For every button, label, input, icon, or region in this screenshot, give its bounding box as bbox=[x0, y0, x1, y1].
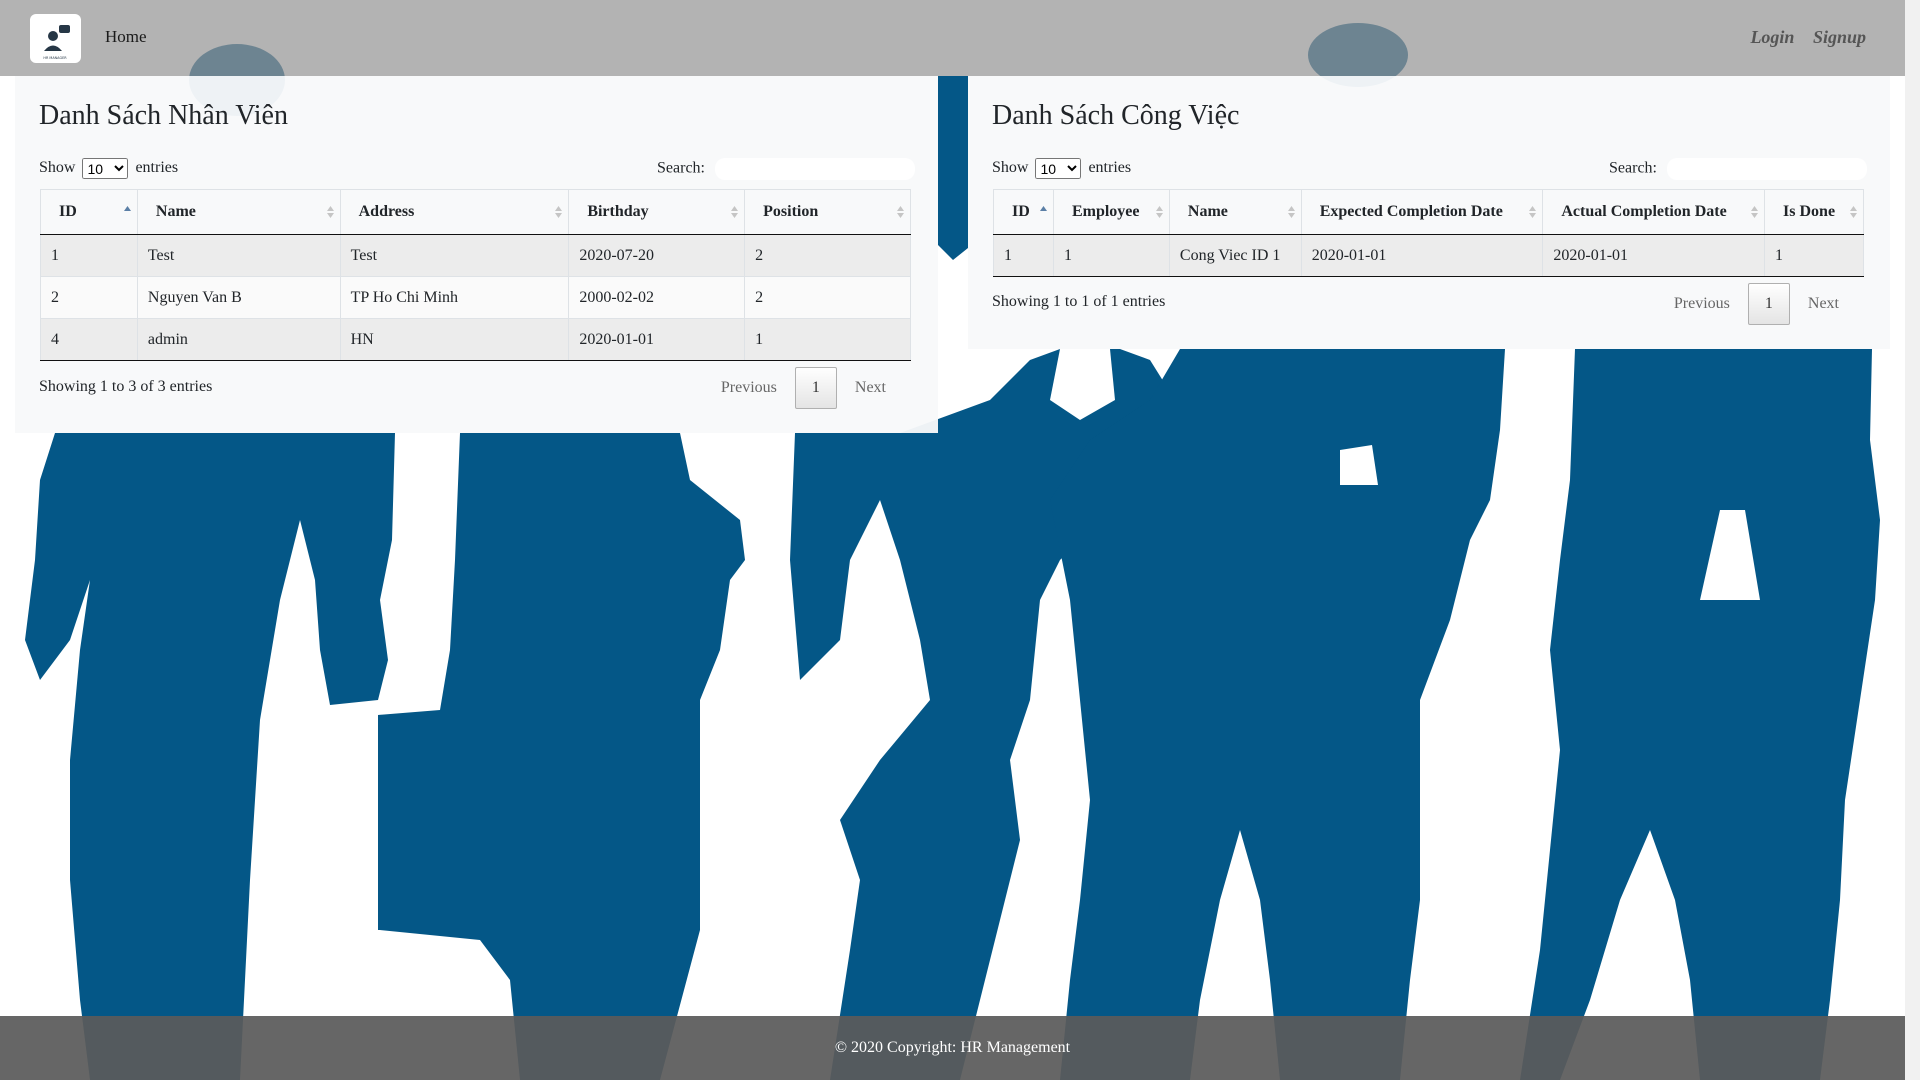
table-row[interactable]: 4 admin HN 2020-01-01 1 bbox=[40, 318, 911, 361]
cell-position: 2 bbox=[744, 276, 911, 319]
cell-address: Test bbox=[339, 234, 570, 277]
next-page-button[interactable]: Next bbox=[841, 379, 900, 397]
column-header-id[interactable]: ID bbox=[993, 189, 1054, 235]
cell-birthday: 2020-07-20 bbox=[568, 234, 746, 277]
cell-expected-date: 2020-01-01 bbox=[1300, 234, 1544, 277]
employees-title: Danh Sách Nhân Viên bbox=[39, 100, 288, 131]
employees-search: Search: bbox=[657, 158, 915, 180]
column-header-name[interactable]: Name bbox=[136, 189, 341, 235]
tasks-page-length-select[interactable]: 10 bbox=[1035, 158, 1082, 179]
employees-pagination: Previous 1 Next bbox=[707, 367, 900, 409]
logo-icon: HR MANAGER bbox=[43, 25, 70, 60]
previous-page-button[interactable]: Previous bbox=[707, 379, 791, 397]
sort-both-icon bbox=[731, 206, 739, 218]
sort-asc-icon bbox=[123, 206, 131, 211]
column-header-expected-date[interactable]: Expected Completion Date bbox=[1300, 189, 1544, 235]
cell-position: 1 bbox=[744, 318, 911, 361]
navbar: HR MANAGER Home Login Signup bbox=[0, 0, 1905, 76]
table-row[interactable]: 1 Test Test 2020-07-20 2 bbox=[40, 234, 911, 277]
hr-manager-logo[interactable]: HR MANAGER bbox=[30, 14, 81, 63]
entries-label: entries bbox=[135, 159, 179, 177]
table-header-row: ID Name Address Birthday Position bbox=[40, 189, 911, 235]
cell-name: Nguyen Van B bbox=[136, 276, 341, 319]
cell-id: 1 bbox=[40, 234, 138, 277]
entries-label: entries bbox=[1088, 159, 1132, 177]
employees-page-length-select[interactable]: 10 bbox=[82, 158, 129, 179]
page-1-button[interactable]: 1 bbox=[1747, 283, 1790, 325]
employees-table: ID Name Address Birthday Position 1 Test… bbox=[40, 189, 911, 361]
nav-home-link[interactable]: Home bbox=[105, 27, 147, 47]
previous-page-button[interactable]: Previous bbox=[1660, 295, 1744, 313]
sort-asc-icon bbox=[1039, 206, 1047, 211]
tasks-pagination: Previous 1 Next bbox=[1660, 283, 1853, 325]
tasks-panel: Danh Sách Công Việc Show 10 entries Sear… bbox=[968, 76, 1890, 349]
employees-panel: Danh Sách Nhân Viên Show 10 entries Sear… bbox=[15, 76, 938, 433]
sort-both-icon bbox=[1751, 206, 1759, 218]
footer: © 2020 Copyright: HR Management bbox=[0, 1016, 1905, 1080]
column-header-position[interactable]: Position bbox=[744, 189, 911, 235]
cell-birthday: 2000-02-02 bbox=[568, 276, 746, 319]
copyright-text: © 2020 Copyright: HR Management bbox=[834, 1039, 1071, 1056]
sort-both-icon bbox=[1287, 206, 1295, 218]
employees-length-control: Show 10 entries bbox=[39, 158, 178, 179]
auth-links: Login Signup bbox=[1736, 27, 1866, 48]
tasks-table-info: Showing 1 to 1 of 1 entries bbox=[992, 293, 1166, 310]
table-header-row: ID Employee Name Expected Completion Dat… bbox=[993, 189, 1864, 235]
cell-position: 2 bbox=[744, 234, 911, 277]
cell-employee: 1 bbox=[1052, 234, 1170, 277]
tasks-length-control: Show 10 entries bbox=[992, 158, 1131, 179]
cell-address: TP Ho Chi Minh bbox=[339, 276, 570, 319]
column-header-name[interactable]: Name bbox=[1168, 189, 1302, 235]
cell-id: 1 bbox=[993, 234, 1054, 277]
table-row[interactable]: 2 Nguyen Van B TP Ho Chi Minh 2000-02-02… bbox=[40, 276, 911, 319]
page-1-button[interactable]: 1 bbox=[794, 367, 837, 409]
cell-id: 4 bbox=[40, 318, 138, 361]
column-header-address[interactable]: Address bbox=[339, 189, 570, 235]
tasks-table: ID Employee Name Expected Completion Dat… bbox=[993, 189, 1864, 277]
show-label: Show bbox=[39, 159, 76, 177]
login-link[interactable]: Login bbox=[1750, 27, 1794, 47]
page-scrollbar[interactable] bbox=[1905, 0, 1920, 1080]
cell-is-done: 1 bbox=[1764, 234, 1864, 277]
next-page-button[interactable]: Next bbox=[1794, 295, 1853, 313]
cell-address: HN bbox=[339, 318, 570, 361]
column-header-employee[interactable]: Employee bbox=[1052, 189, 1170, 235]
cell-name: admin bbox=[136, 318, 341, 361]
tasks-search: Search: bbox=[1609, 158, 1867, 180]
cell-name: Cong Viec ID 1 bbox=[1168, 234, 1302, 277]
sort-both-icon bbox=[326, 206, 334, 218]
column-header-actual-date[interactable]: Actual Completion Date bbox=[1542, 189, 1766, 235]
sort-both-icon bbox=[1850, 206, 1857, 218]
table-row[interactable]: 1 1 Cong Viec ID 1 2020-01-01 2020-01-01… bbox=[993, 234, 1864, 277]
show-label: Show bbox=[992, 159, 1029, 177]
tasks-title: Danh Sách Công Việc bbox=[992, 100, 1240, 131]
search-label: Search: bbox=[657, 159, 705, 177]
sort-both-icon bbox=[897, 206, 904, 218]
sort-both-icon bbox=[555, 206, 563, 218]
svg-text:HR MANAGER: HR MANAGER bbox=[43, 56, 67, 60]
tasks-search-input[interactable] bbox=[1667, 158, 1867, 180]
column-header-is-done[interactable]: Is Done bbox=[1764, 189, 1864, 235]
sort-both-icon bbox=[1155, 206, 1163, 218]
employees-search-input[interactable] bbox=[715, 158, 915, 180]
search-label: Search: bbox=[1609, 159, 1657, 177]
column-header-id[interactable]: ID bbox=[40, 189, 138, 235]
sort-both-icon bbox=[1529, 206, 1537, 218]
signup-link[interactable]: Signup bbox=[1813, 27, 1866, 47]
column-header-birthday[interactable]: Birthday bbox=[568, 189, 746, 235]
cell-birthday: 2020-01-01 bbox=[568, 318, 746, 361]
employees-table-info: Showing 1 to 3 of 3 entries bbox=[39, 378, 213, 395]
cell-actual-date: 2020-01-01 bbox=[1542, 234, 1766, 277]
cell-id: 2 bbox=[40, 276, 138, 319]
cell-name: Test bbox=[136, 234, 341, 277]
